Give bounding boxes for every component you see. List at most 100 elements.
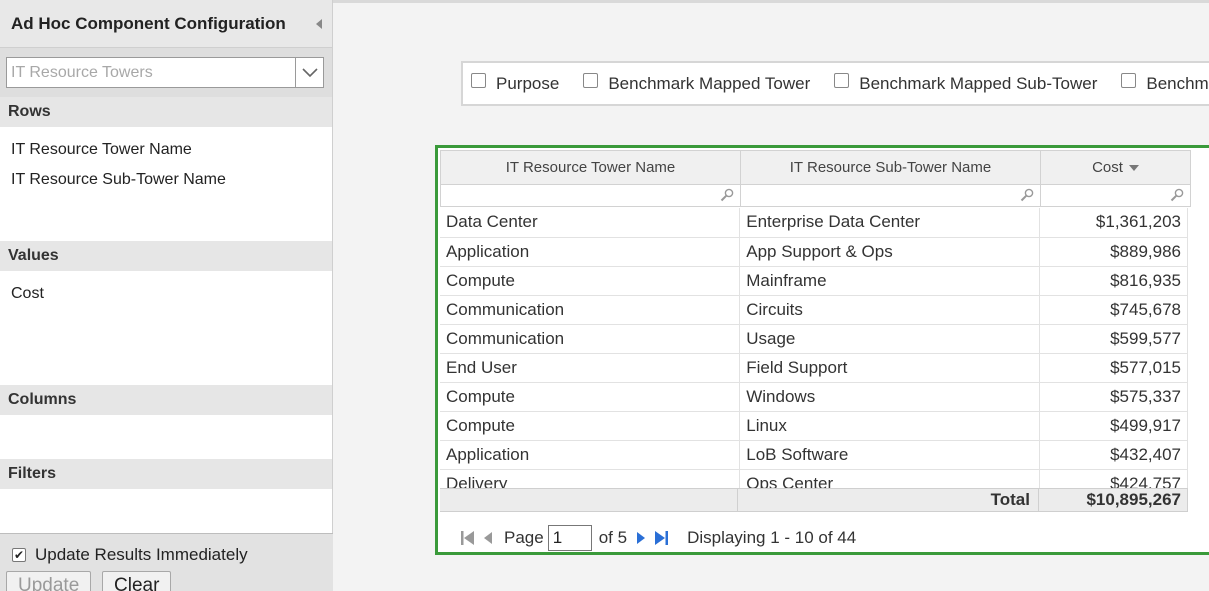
table-row[interactable]: Communication Circuits $745,678: [440, 295, 1188, 325]
cell-tower-name: End User: [440, 353, 741, 383]
filter-cell-tower[interactable]: [440, 184, 741, 207]
cell-cost: $816,935: [1039, 266, 1188, 296]
values-section-header: Values: [0, 241, 332, 271]
update-button[interactable]: Update: [6, 571, 92, 591]
config-panel-header: Ad Hoc Component Configuration: [0, 0, 332, 47]
update-immediately-option[interactable]: ✔ Update Results Immediately: [12, 545, 248, 565]
filters-section-header: Filters: [0, 459, 332, 489]
cell-sub-tower-name: Circuits: [739, 295, 1041, 325]
cell-tower-name: Compute: [440, 266, 741, 296]
chevron-down-icon[interactable]: [295, 58, 323, 87]
table-row[interactable]: Communication Usage $599,577: [440, 324, 1188, 354]
row-field-item[interactable]: IT Resource Tower Name: [0, 135, 332, 165]
table-row[interactable]: Application App Support & Ops $889,986: [440, 237, 1188, 267]
update-immediately-checkbox[interactable]: ✔: [12, 548, 26, 562]
page-label: Page: [504, 528, 544, 547]
column-header-tower[interactable]: IT Resource Tower Name: [440, 150, 741, 185]
field-option-benchmark-mapped-sub-tower[interactable]: Benchmark Mapped Sub-Tower: [834, 73, 1097, 94]
field-option-checkbox[interactable]: [583, 73, 599, 88]
cell-tower-name: Application: [440, 237, 741, 267]
column-header-sub-tower[interactable]: IT Resource Sub-Tower Name: [740, 150, 1041, 185]
cell-sub-tower-name: LoB Software: [739, 440, 1041, 470]
total-value: $10,895,267: [1039, 489, 1188, 511]
cell-cost: $599,577: [1039, 324, 1188, 354]
rows-drop-zone[interactable]: IT Resource Tower Name IT Resource Sub-T…: [0, 127, 332, 241]
source-select[interactable]: IT Resource Towers: [6, 57, 324, 88]
clear-button[interactable]: Clear: [102, 571, 172, 591]
cell-tower-name: Data Center: [440, 208, 741, 238]
cell-sub-tower-name: Enterprise Data Center: [739, 208, 1041, 238]
cell-cost: $745,678: [1039, 295, 1188, 325]
field-option-checkbox[interactable]: [1121, 73, 1137, 88]
first-page-icon[interactable]: [458, 528, 478, 548]
previous-page-icon[interactable]: [478, 528, 498, 548]
field-option-checkbox[interactable]: [471, 73, 486, 88]
table-row[interactable]: Application LoB Software $432,407: [440, 440, 1188, 470]
page-number-input[interactable]: [547, 525, 592, 551]
column-header-cost[interactable]: Cost: [1040, 150, 1191, 185]
cell-sub-tower-name: Windows: [739, 382, 1041, 412]
cell-sub-tower-name: App Support & Ops: [739, 237, 1041, 267]
cell-tower-name: Application: [440, 440, 741, 470]
table-row[interactable]: Compute Mainframe $816,935: [440, 266, 1188, 296]
table-row[interactable]: Compute Linux $499,917: [440, 411, 1188, 441]
cell-tower-name: Compute: [440, 382, 741, 412]
next-page-icon[interactable]: [631, 528, 651, 548]
cell-cost: $889,986: [1039, 237, 1188, 267]
grid-total-row: Total $10,895,267: [440, 488, 1188, 512]
total-label: Total: [738, 489, 1039, 511]
update-immediately-label: Update Results Immediately: [35, 545, 248, 564]
cell-tower-name: Delivery: [440, 469, 741, 488]
columns-section-header: Columns: [0, 385, 332, 415]
search-icon[interactable]: [1170, 188, 1184, 202]
field-option-label: Purpose: [496, 73, 560, 93]
columns-drop-zone[interactable]: [0, 415, 332, 459]
table-row[interactable]: Data Center Enterprise Data Center $1,361,…: [440, 208, 1188, 238]
search-icon[interactable]: [720, 188, 734, 202]
field-option-label: Benchmark Mapped Tower: [608, 73, 811, 93]
filters-drop-zone[interactable]: [0, 489, 332, 533]
page-count-label: of 5: [598, 528, 628, 547]
config-panel-title: Ad Hoc Component Configuration: [11, 13, 286, 33]
cell-sub-tower-name: Mainframe: [739, 266, 1041, 296]
cell-sub-tower-name: Linux: [739, 411, 1041, 441]
cell-cost: $1,361,203: [1039, 208, 1188, 238]
pager: Page of 5 Displaying 1 - 10 of 44: [458, 523, 856, 553]
results-grid-panel: IT Resource Tower Name IT Resource Sub-T…: [435, 145, 1209, 555]
field-option-benchmark-mapped-tower[interactable]: Benchmark Mapped Tower: [583, 73, 811, 94]
grid-body: Data Center Enterprise Data Center $1,361,…: [440, 208, 1188, 488]
cell-sub-tower-name: Ops Center: [739, 469, 1041, 488]
filter-cell-sub-tower[interactable]: [740, 184, 1041, 207]
table-row[interactable]: End User Field Support $577,015: [440, 353, 1188, 383]
source-select-value: IT Resource Towers: [11, 63, 153, 81]
cell-sub-tower-name: Field Support: [739, 353, 1041, 383]
grid-body-table: Data Center Enterprise Data Center $1,361,…: [440, 208, 1188, 488]
last-page-icon[interactable]: [651, 528, 671, 548]
field-option-benchmark[interactable]: Benchmark: [1121, 73, 1209, 94]
field-option-label: Benchmark: [1146, 73, 1209, 93]
cell-tower-name: Communication: [440, 295, 741, 325]
cell-sub-tower-name: Usage: [739, 324, 1041, 354]
row-field-item[interactable]: IT Resource Sub-Tower Name: [0, 165, 332, 195]
search-icon[interactable]: [1020, 188, 1034, 202]
sort-desc-icon: [1128, 165, 1139, 172]
display-range-label: Displaying 1 - 10 of 44: [687, 528, 857, 547]
filter-cell-cost[interactable]: [1040, 184, 1191, 207]
rows-section-header: Rows: [0, 97, 332, 127]
cell-cost: $424,757: [1039, 469, 1188, 488]
available-fields-bar: Purpose Benchmark Mapped Tower Benchmark…: [461, 61, 1209, 106]
grid-header-table: IT Resource Tower Name IT Resource Sub-T…: [440, 150, 1191, 207]
cell-cost: $499,917: [1039, 411, 1188, 441]
table-row[interactable]: Compute Windows $575,337: [440, 382, 1188, 412]
field-option-checkbox[interactable]: [834, 73, 850, 88]
cell-cost: $432,407: [1039, 440, 1188, 470]
value-field-item[interactable]: Cost: [0, 279, 332, 309]
table-row[interactable]: Delivery Ops Center $424,757: [440, 469, 1188, 488]
field-option-purpose[interactable]: Purpose: [471, 73, 560, 94]
values-drop-zone[interactable]: Cost: [0, 271, 332, 385]
cell-cost: $575,337: [1039, 382, 1188, 412]
results-area: Purpose Benchmark Mapped Tower Benchmark…: [333, 0, 1209, 591]
source-select-wrap: IT Resource Towers: [0, 47, 332, 97]
collapse-left-icon[interactable]: [316, 18, 322, 29]
cell-cost: $577,015: [1039, 353, 1188, 383]
